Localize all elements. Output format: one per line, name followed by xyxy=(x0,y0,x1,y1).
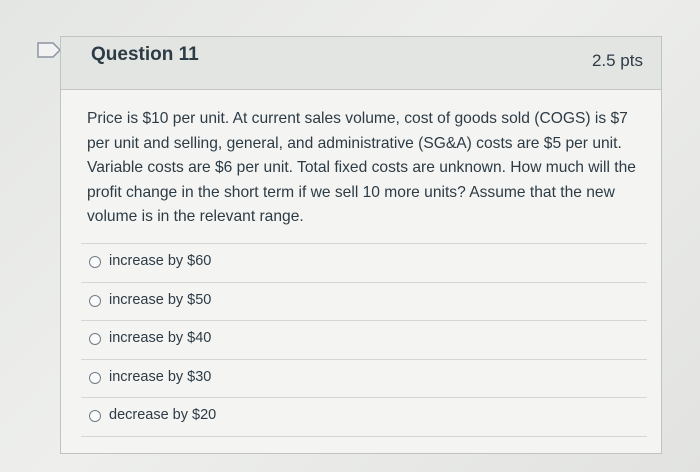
question-text: Price is $10 per unit. At current sales … xyxy=(87,110,636,226)
radio-button[interactable] xyxy=(89,410,101,422)
answer-option[interactable]: increase by $40 xyxy=(81,320,647,359)
radio-button[interactable] xyxy=(89,333,101,345)
question-title: Question 11 xyxy=(91,44,199,65)
radio-button[interactable] xyxy=(89,294,101,307)
answer-option[interactable]: increase by $30 xyxy=(81,358,647,398)
answer-label: increase by $50 xyxy=(109,291,212,308)
answer-option[interactable]: increase by $60 xyxy=(81,243,647,282)
flag-question-button[interactable] xyxy=(36,40,62,60)
flag-icon xyxy=(37,42,62,58)
answer-label: increase by $40 xyxy=(109,330,212,346)
answer-list: increase by $60 increase by $50 increase… xyxy=(81,243,647,437)
answer-option[interactable]: increase by $50 xyxy=(81,281,647,321)
answer-label: decrease by $20 xyxy=(109,407,217,423)
question-card: Question 11 2.5 pts Price is $10 per uni… xyxy=(60,36,662,454)
radio-button[interactable] xyxy=(89,256,101,268)
answer-label: increase by $30 xyxy=(109,368,212,385)
question-header: Question 11 2.5 pts xyxy=(61,37,661,90)
answer-option[interactable]: decrease by $20 xyxy=(81,397,647,437)
answer-label: increase by $60 xyxy=(109,253,212,269)
question-points: 2.5 pts xyxy=(591,51,643,70)
radio-button[interactable] xyxy=(89,371,101,384)
